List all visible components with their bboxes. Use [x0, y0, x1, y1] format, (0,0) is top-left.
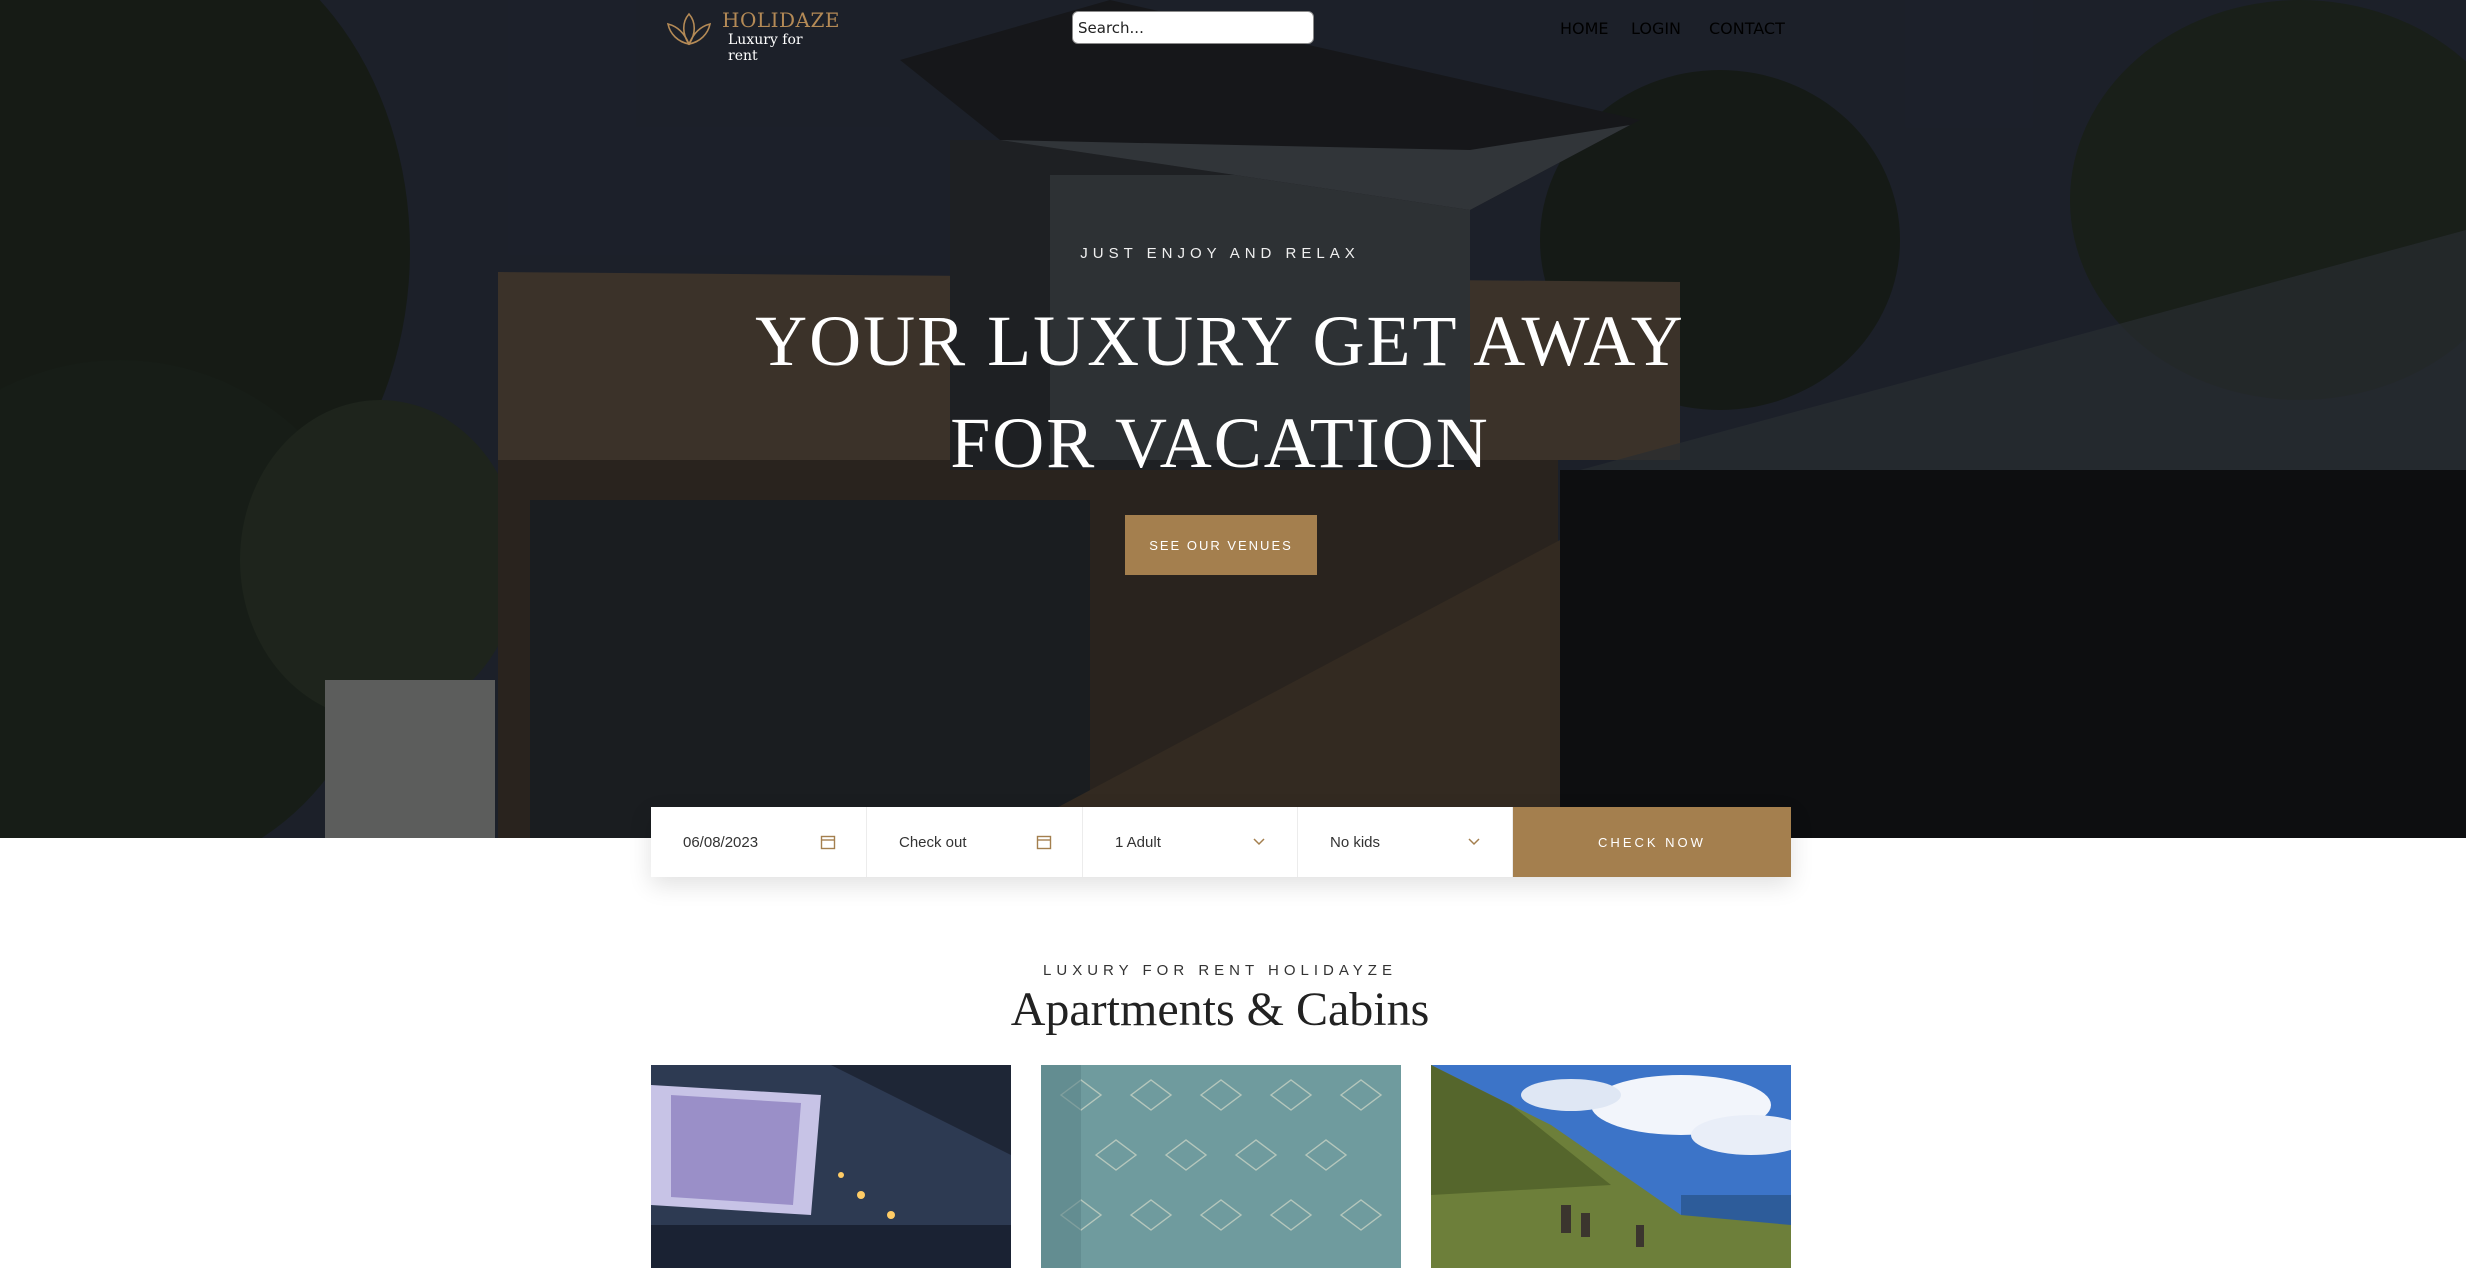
check-now-button[interactable]: CHECK NOW [1513, 807, 1791, 877]
lotus-logo-icon [666, 12, 712, 46]
calendar-icon[interactable] [820, 834, 836, 850]
venue-image [651, 1065, 1011, 1268]
venue-card[interactable] [1431, 1065, 1791, 1268]
adults-select[interactable]: 1 Adult [1083, 807, 1298, 877]
nav-link-login[interactable]: LOGIN [1631, 19, 1681, 38]
hero-title-line-1: YOUR LUXURY GET AWAY [755, 301, 1685, 381]
brand-subtitle: Luxury for rent [728, 32, 803, 64]
nav-link-contact[interactable]: CONTACT [1709, 19, 1785, 38]
section-title: Apartments & Cabins [1010, 983, 1430, 1036]
section-eyebrow: LUXURY FOR RENT HOLIDAYZE [1043, 962, 1397, 979]
check-out-field[interactable]: Check out [867, 807, 1083, 877]
check-in-field[interactable]: 06/08/2023 [651, 807, 867, 877]
check-in-value: 06/08/2023 [683, 833, 759, 851]
search-input[interactable] [1072, 11, 1314, 44]
venue-card[interactable] [1041, 1065, 1401, 1268]
chevron-down-icon [1253, 838, 1265, 846]
chevron-down-icon [1468, 838, 1480, 846]
kids-selected: No kids [1330, 833, 1381, 851]
venue-image [1041, 1065, 1401, 1268]
brand-name: HOLIDAZE [722, 8, 840, 32]
venue-image [1431, 1065, 1791, 1268]
hero-title-line-2: FOR VACATION [950, 403, 1490, 483]
hero-title: YOUR LUXURY GET AWAY FOR VACATION [0, 290, 2440, 494]
hero-tagline: JUST ENJOY AND RELAX [1080, 245, 1360, 262]
check-out-placeholder: Check out [899, 833, 967, 851]
adults-selected: 1 Adult [1115, 833, 1161, 851]
booking-form: 06/08/2023 Check out 1 Adult No kids CHE… [651, 807, 1791, 877]
see-venues-button[interactable]: SEE OUR VENUES [1125, 515, 1317, 575]
kids-select[interactable]: No kids [1298, 807, 1513, 877]
nav-link-home[interactable]: HOME [1560, 19, 1609, 38]
calendar-icon[interactable] [1036, 834, 1052, 850]
venue-card[interactable] [651, 1065, 1011, 1268]
brand-logo[interactable]: HOLIDAZE Luxury for rent [664, 8, 840, 64]
